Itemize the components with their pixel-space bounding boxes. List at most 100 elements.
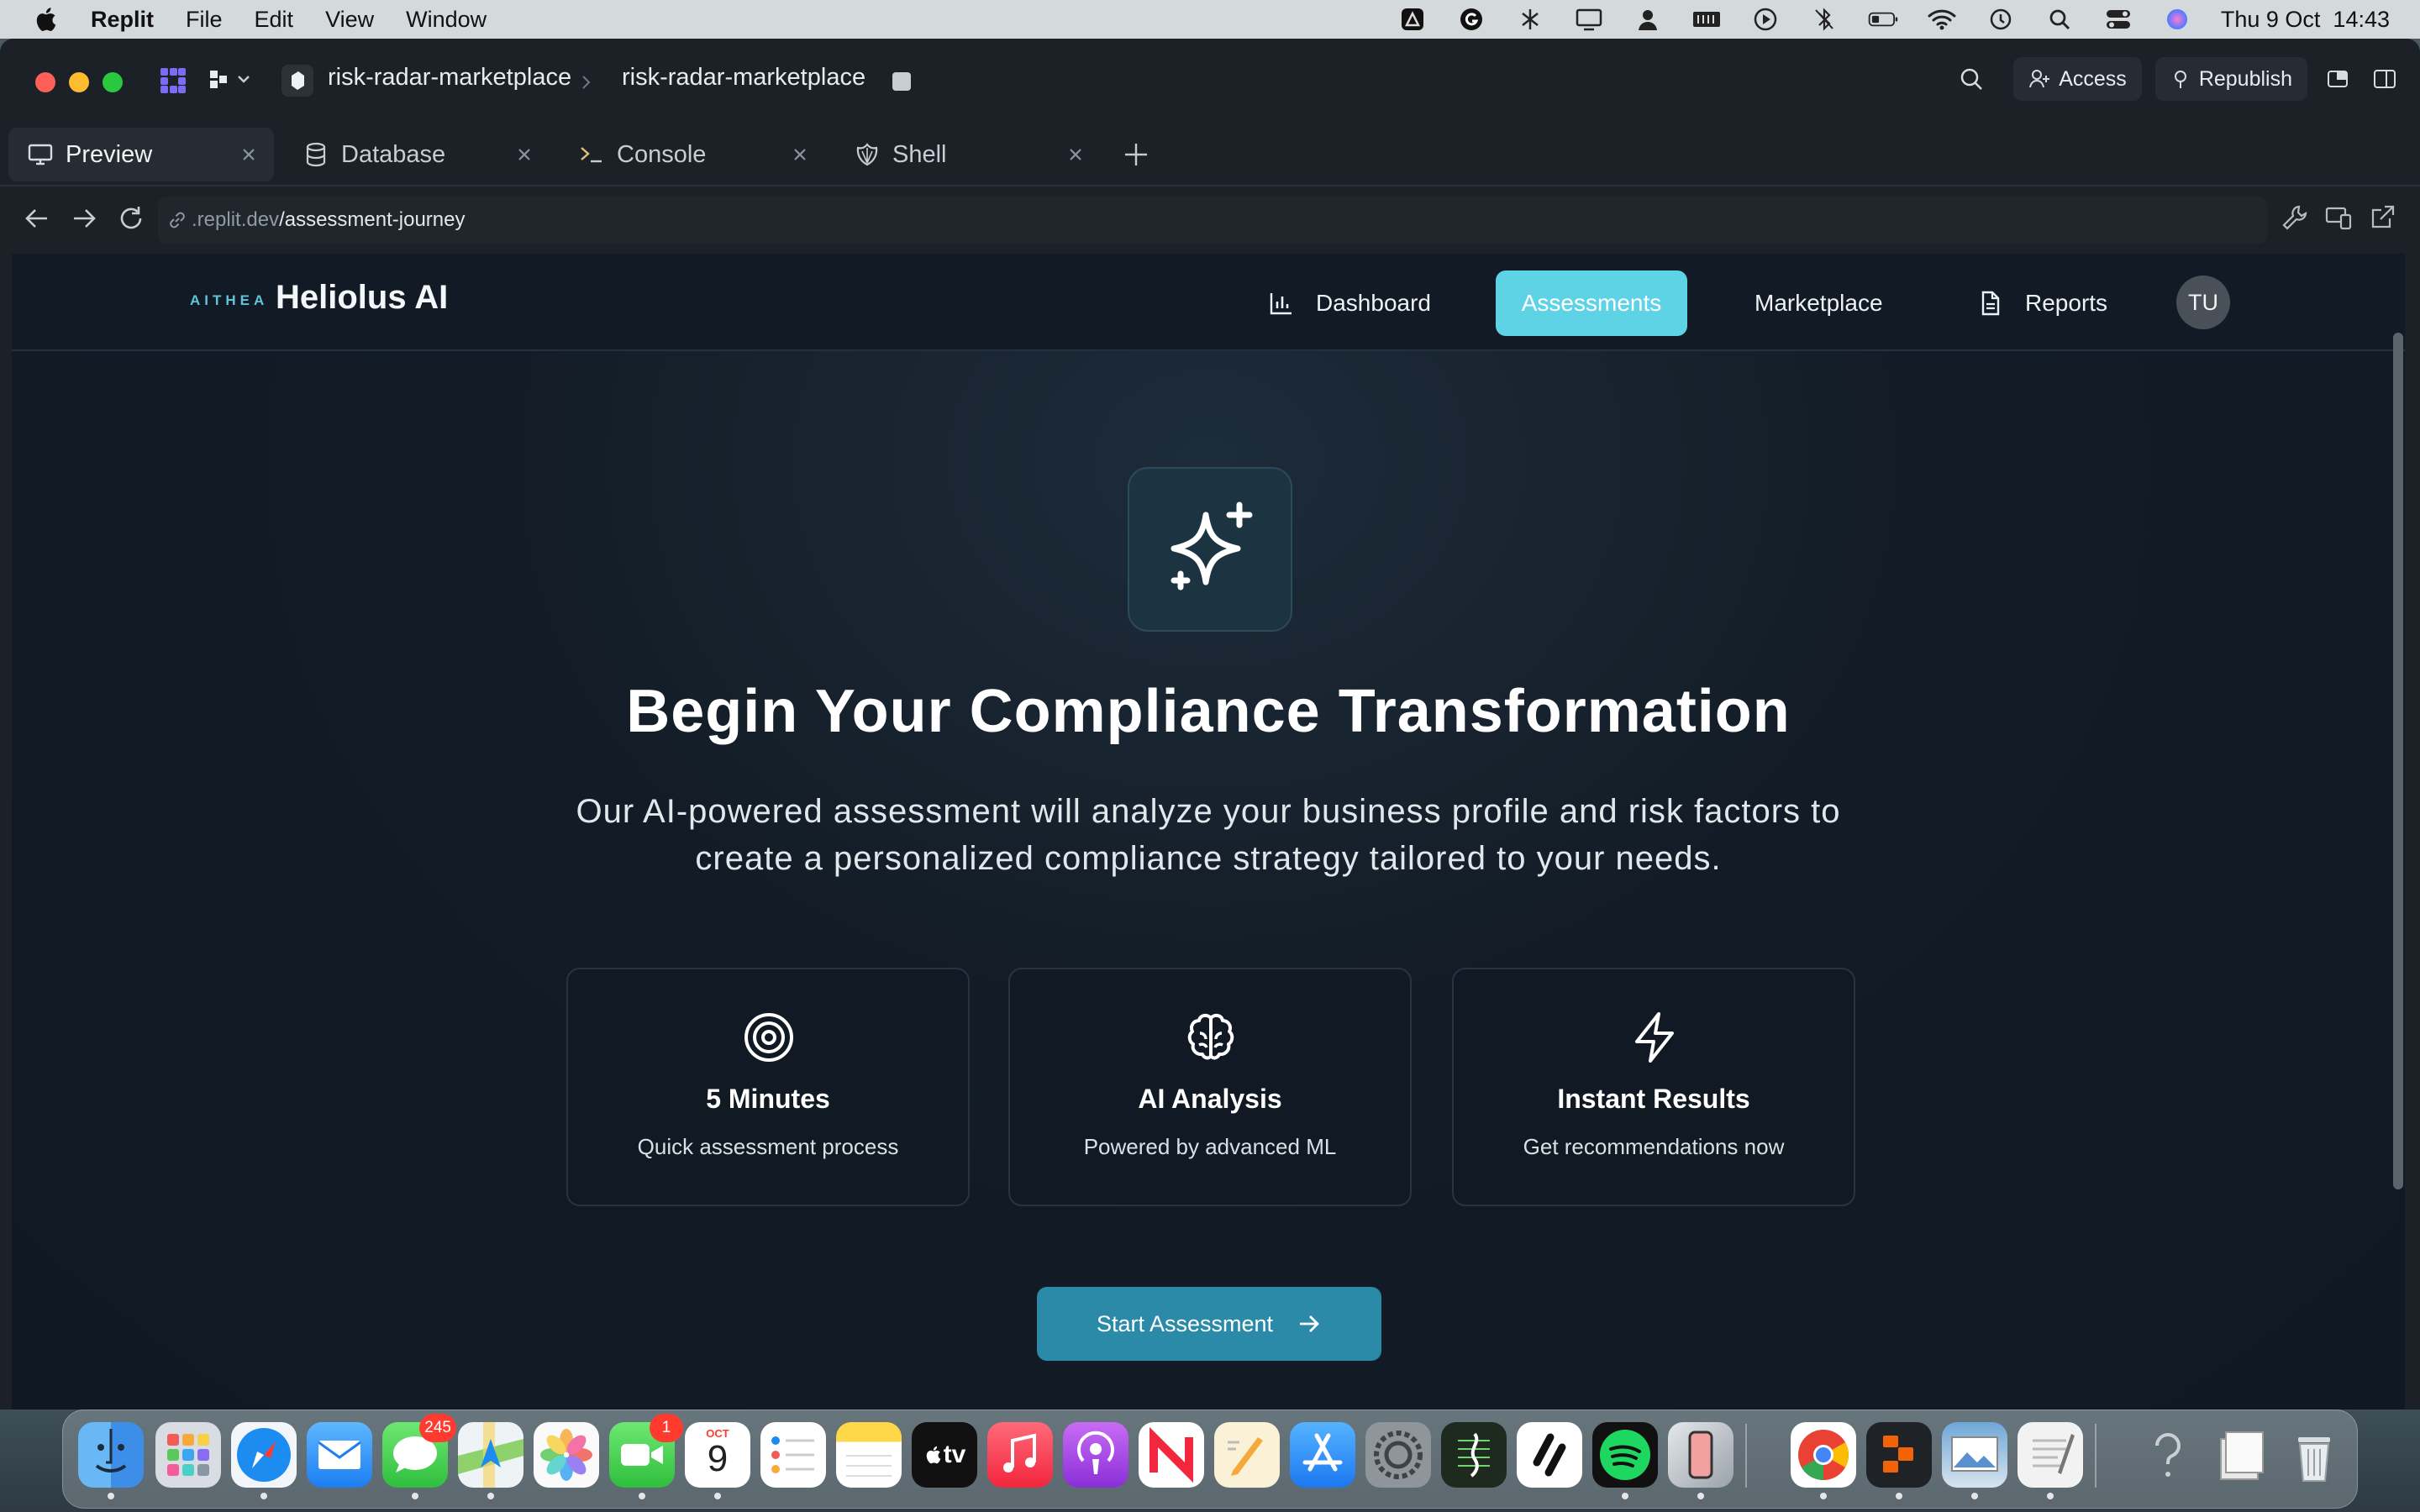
- scrollbar-thumb[interactable]: [2393, 333, 2403, 1189]
- podcasts-icon[interactable]: [1063, 1422, 1128, 1488]
- republish-icon: [2174, 71, 2186, 88]
- apple-icon[interactable]: [32, 3, 60, 35]
- trash-icon[interactable]: [2281, 1422, 2347, 1488]
- time-machine-icon[interactable]: [1986, 7, 2016, 32]
- iphone-mirroring-icon[interactable]: [1668, 1422, 1733, 1499]
- facetime-icon[interactable]: 1: [609, 1414, 683, 1499]
- photos-icon[interactable]: [534, 1422, 599, 1488]
- status-app-icon[interactable]: [1397, 7, 1428, 32]
- url-field[interactable]: .replit.dev/assessment-journey: [158, 197, 2267, 244]
- target-icon: [744, 1013, 793, 1062]
- spotlight-search-icon[interactable]: [2044, 7, 2075, 32]
- menu-app-name[interactable]: Replit: [91, 7, 154, 33]
- reload-icon[interactable]: [116, 203, 146, 234]
- safari-icon[interactable]: [231, 1422, 297, 1499]
- launchpad-icon[interactable]: [155, 1422, 221, 1488]
- tab-preview[interactable]: Preview: [8, 128, 274, 181]
- close-icon[interactable]: [237, 143, 260, 166]
- back-arrow-icon[interactable]: [22, 203, 52, 234]
- reminders-icon[interactable]: [760, 1422, 826, 1488]
- calendar-icon[interactable]: OCT 9: [685, 1422, 750, 1499]
- responsive-devices-icon[interactable]: [2324, 203, 2353, 232]
- close-icon[interactable]: [788, 143, 812, 166]
- control-center-icon[interactable]: [2103, 7, 2133, 32]
- siri-icon[interactable]: [2162, 7, 2192, 32]
- apple-tv-icon[interactable]: tv: [912, 1422, 977, 1488]
- search-icon[interactable]: [1954, 62, 1988, 96]
- sidebar-toggle-icon[interactable]: [2368, 62, 2402, 96]
- nav-dashboard[interactable]: Dashboard: [1267, 281, 1431, 326]
- nav-assessments[interactable]: Assessments: [1496, 270, 1687, 336]
- menu-clock[interactable]: Thu 9 Oct 14:43: [2221, 7, 2390, 33]
- republish-button[interactable]: Republish: [2154, 57, 2307, 101]
- wifi-icon[interactable]: [1927, 7, 1957, 32]
- mail-icon[interactable]: [307, 1422, 372, 1488]
- minimize-window-button[interactable]: [69, 72, 89, 92]
- perplexity-icon[interactable]: [1515, 7, 1545, 32]
- messages-icon[interactable]: 245: [382, 1414, 456, 1499]
- chrome-icon[interactable]: [1791, 1422, 1856, 1499]
- app-store-icon[interactable]: [1290, 1422, 1355, 1488]
- user-avatar[interactable]: TU: [2176, 276, 2230, 329]
- project-name-secondary[interactable]: risk-radar-marketplace: [622, 64, 865, 92]
- close-icon[interactable]: [513, 143, 536, 166]
- access-button[interactable]: Access: [2013, 57, 2142, 101]
- textedit-icon[interactable]: [2018, 1422, 2083, 1499]
- tab-shell[interactable]: Shell: [835, 128, 1101, 181]
- finder-icon[interactable]: [78, 1422, 144, 1499]
- menu-view[interactable]: View: [325, 7, 374, 33]
- hero-title: Begin Your Compliance Transformation: [626, 678, 1791, 745]
- hero-description: Our AI-powered assessment will analyze y…: [576, 793, 1841, 877]
- workspace-switcher-icon[interactable]: [208, 67, 255, 92]
- close-icon[interactable]: [1064, 143, 1087, 166]
- music-notation-icon[interactable]: [1441, 1422, 1507, 1488]
- menu-file[interactable]: File: [186, 7, 223, 33]
- stop-icon[interactable]: [892, 72, 911, 91]
- display-icon[interactable]: [1574, 7, 1604, 32]
- lightning-icon: [1635, 1012, 1674, 1063]
- notes-icon[interactable]: [836, 1422, 902, 1488]
- close-window-button[interactable]: [35, 72, 55, 92]
- help-icon[interactable]: [2135, 1422, 2201, 1488]
- tab-label: Shell: [892, 140, 947, 168]
- bluetooth-off-icon[interactable]: [1809, 7, 1839, 32]
- tab-database[interactable]: Database: [284, 128, 550, 181]
- battery-icon[interactable]: [1868, 7, 1898, 32]
- forward-arrow-icon[interactable]: [69, 203, 99, 234]
- breadcrumb-chevron-icon: [580, 74, 593, 91]
- pages-icon[interactable]: [1214, 1422, 1280, 1488]
- maps-icon[interactable]: [458, 1422, 523, 1499]
- start-assessment-button[interactable]: Start Assessment: [1037, 1287, 1381, 1361]
- play-icon[interactable]: [1750, 7, 1781, 32]
- project-name[interactable]: risk-radar-marketplace: [328, 64, 571, 92]
- menu-edit[interactable]: Edit: [255, 7, 294, 33]
- tab-console[interactable]: Console: [560, 128, 825, 181]
- access-label: Access: [2059, 66, 2127, 91]
- user-icon[interactable]: [1633, 7, 1663, 32]
- grammarly-icon[interactable]: [1456, 7, 1486, 32]
- replit-logo-icon[interactable]: [158, 66, 188, 96]
- devtools-wrench-icon[interactable]: [2281, 203, 2309, 232]
- shell-icon: [856, 143, 878, 166]
- logo-mark[interactable]: AITHEA: [190, 292, 268, 309]
- start-assessment-label: Start Assessment: [1096, 1310, 1274, 1336]
- news-icon[interactable]: [1139, 1422, 1204, 1488]
- nav-reports[interactable]: Reports: [1976, 281, 2107, 326]
- replit-dock-icon[interactable]: [1866, 1422, 1932, 1499]
- memory-icon[interactable]: [1691, 7, 1722, 32]
- pane-toggle-icon[interactable]: [2321, 62, 2354, 96]
- project-avatar-icon[interactable]: [281, 64, 314, 97]
- bar-chart-icon: [1270, 293, 1292, 315]
- documents-stack-icon[interactable]: [2207, 1422, 2273, 1488]
- music-icon[interactable]: [987, 1422, 1053, 1488]
- open-external-icon[interactable]: [2368, 203, 2396, 232]
- site-logo-text[interactable]: Heliolus AI: [276, 279, 448, 317]
- preview-app-icon[interactable]: [1942, 1422, 2007, 1499]
- capcut-icon[interactable]: [1517, 1422, 1582, 1488]
- spotify-icon[interactable]: [1592, 1422, 1658, 1499]
- menu-window[interactable]: Window: [406, 7, 487, 33]
- zoom-window-button[interactable]: [103, 72, 123, 92]
- add-tab-icon[interactable]: [1121, 139, 1151, 170]
- nav-marketplace[interactable]: Marketplace: [1754, 281, 1883, 326]
- system-settings-icon[interactable]: [1365, 1422, 1431, 1488]
